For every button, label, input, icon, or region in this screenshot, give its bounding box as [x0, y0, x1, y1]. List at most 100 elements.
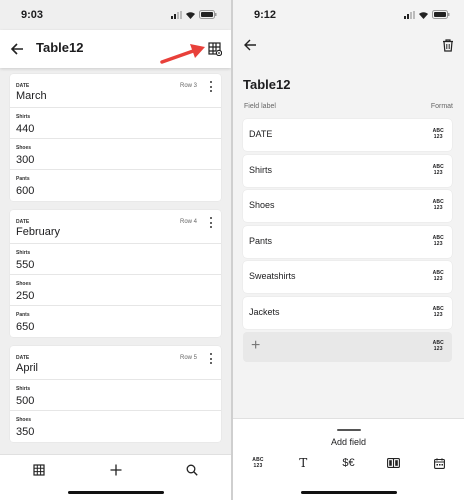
battery-icon: [199, 10, 217, 19]
field-label: Pants: [16, 312, 30, 318]
table-settings-icon[interactable]: [204, 38, 226, 60]
right-screen: 9:12 Table12 Field label Format DATE ABC 1…: [233, 0, 464, 500]
text-format-icon[interactable]: ABC 123: [433, 164, 444, 176]
field-label: Shirts: [16, 114, 31, 120]
more-options-icon[interactable]: [209, 81, 213, 92]
field-row: Shirts 500: [10, 380, 221, 411]
status-bar: 9:03: [0, 0, 231, 30]
field-item[interactable]: Jackets ABC 123: [243, 296, 452, 329]
add-icon[interactable]: [105, 459, 127, 481]
field-value: 500: [16, 395, 35, 407]
field-row: Shirts 550: [10, 244, 221, 275]
format-header: Format: [430, 103, 453, 110]
field-name: Shoes: [249, 200, 275, 210]
home-indicator: [67, 491, 164, 494]
toggle-type-icon[interactable]: [379, 458, 409, 468]
more-options-icon[interactable]: [209, 353, 213, 364]
app-bar: Table12: [0, 30, 231, 68]
date-label: DATE: [16, 355, 30, 361]
field-value: 600: [16, 185, 35, 197]
field-name: Sweatshirts: [249, 271, 296, 281]
field-row: Shoes 300: [10, 139, 221, 170]
bottom-nav: [0, 454, 231, 500]
field-row: Shoes 350: [10, 411, 221, 442]
field-label: Shoes: [16, 145, 32, 151]
back-arrow-icon[interactable]: [6, 38, 28, 60]
back-arrow-icon[interactable]: [239, 34, 261, 56]
status-time: 9:03: [21, 9, 44, 21]
more-options-icon[interactable]: [209, 217, 213, 228]
arrow-annotation: [160, 44, 205, 64]
text-format-icon[interactable]: ABC 123: [433, 235, 444, 247]
field-name: DATE: [249, 129, 273, 139]
text-format-icon[interactable]: ABC 123: [433, 340, 444, 352]
record-card[interactable]: DATE April Row 5 Shirts 500 Shoes 350: [10, 346, 221, 442]
wifi-icon: [418, 11, 429, 19]
field-item[interactable]: Shirts ABC 123: [243, 154, 452, 187]
status-bar: 9:12: [233, 0, 464, 30]
card-header: DATE February Row 4: [10, 210, 221, 244]
field-value: 550: [16, 259, 35, 271]
field-value: 440: [16, 123, 35, 135]
currency-type-icon[interactable]: $€: [334, 457, 364, 469]
field-label: Shirts: [16, 386, 31, 392]
row-number: Row 4: [179, 219, 197, 225]
field-item[interactable]: Shoes ABC 123: [243, 190, 452, 222]
field-value: 650: [16, 321, 35, 333]
record-card[interactable]: DATE February Row 4 Shirts 550 Shoes 250 P…: [10, 210, 221, 337]
field-type-options: ABC 123 T $€: [243, 455, 454, 471]
field-item[interactable]: Pants ABC 123: [243, 225, 452, 258]
calendar-type-icon[interactable]: [424, 457, 454, 469]
table-title: Table12: [243, 77, 291, 92]
field-row: Shirts 440: [10, 108, 221, 139]
field-label: Pants: [16, 176, 30, 182]
field-label: Shoes: [16, 281, 32, 287]
plus-icon[interactable]: +: [251, 337, 260, 355]
add-field-sheet: Add field ABC 123 T $€: [233, 418, 464, 500]
text-type-icon[interactable]: T: [288, 456, 318, 470]
field-value: 350: [16, 426, 35, 438]
date-value: April: [16, 362, 39, 374]
page-title: Table12: [36, 40, 84, 55]
status-time: 9:12: [254, 9, 277, 21]
date-value: February: [16, 226, 61, 238]
field-value: 300: [16, 154, 35, 166]
field-label: Shirts: [16, 250, 31, 256]
card-header: DATE April Row 5: [10, 346, 221, 380]
signal-icon: [171, 10, 182, 19]
field-item[interactable]: Sweatshirts ABC 123: [243, 261, 452, 293]
signal-icon: [404, 10, 415, 19]
app-bar: [233, 30, 464, 68]
date-value: March: [16, 90, 47, 102]
record-list: DATE March Row 3 Shirts 440 Shoes 300 Pant…: [10, 74, 221, 451]
field-row: Shoes 250: [10, 275, 221, 306]
text-format-icon[interactable]: ABC 123: [433, 306, 444, 318]
card-header: DATE March Row 3: [10, 74, 221, 108]
field-item[interactable]: DATE ABC 123: [243, 119, 452, 151]
field-name: Shirts: [249, 164, 273, 175]
abc-123-type-icon[interactable]: ABC 123: [243, 457, 273, 469]
row-number: Row 3: [179, 83, 197, 89]
date-label: DATE: [16, 83, 30, 89]
battery-icon: [432, 10, 450, 19]
text-format-icon[interactable]: ABC 123: [433, 199, 444, 211]
text-format-icon[interactable]: ABC 123: [433, 128, 444, 140]
row-number: Row 5: [179, 355, 197, 361]
field-label-header: Field label: [244, 103, 276, 110]
date-label: DATE: [16, 219, 30, 225]
text-format-icon[interactable]: ABC 123: [433, 270, 444, 282]
search-icon[interactable]: [181, 459, 203, 481]
add-field-row[interactable]: + ABC 123: [243, 332, 452, 362]
status-icons: [171, 10, 217, 19]
delete-icon[interactable]: [437, 34, 459, 56]
field-row: Pants 600: [10, 170, 221, 201]
status-icons: [404, 10, 450, 19]
field-label: Shoes: [16, 417, 32, 423]
home-indicator: [300, 491, 397, 494]
table-icon[interactable]: [28, 459, 50, 481]
field-value: 250: [16, 290, 35, 302]
sheet-title: Add field: [330, 437, 367, 447]
sheet-handle[interactable]: [336, 429, 361, 431]
record-card[interactable]: DATE March Row 3 Shirts 440 Shoes 300 Pant…: [10, 74, 221, 201]
field-list: DATE ABC 123 Shirts ABC 123 Shoes ABC 123 Pant…: [243, 119, 452, 362]
